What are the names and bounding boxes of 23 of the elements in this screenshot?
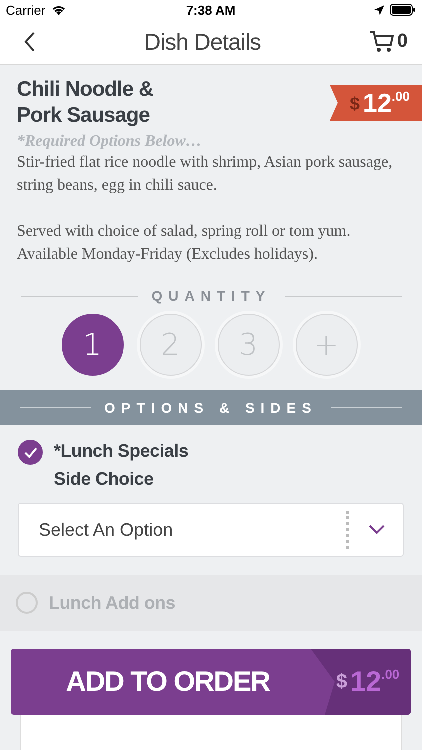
cart-icon	[369, 30, 396, 54]
chevron-down-icon	[369, 525, 385, 535]
option-dropdown[interactable]: Select An Option	[18, 503, 404, 557]
back-button[interactable]	[24, 32, 36, 52]
description-text: Served with choice of salad, spring roll or tom yum. Available Monday-Friday (Excludes holidays).	[17, 222, 352, 265]
clock-time: 7:38 AM	[186, 2, 236, 18]
screen-title: Dish Details	[144, 28, 262, 56]
section-header: OPTIONS & SIDES	[104, 400, 318, 416]
chevron-left-icon	[24, 32, 36, 52]
carrier-label: Carrier	[6, 2, 46, 18]
required-note: *Required Options Below…	[17, 133, 203, 151]
quantity-button[interactable]: 1	[62, 314, 124, 376]
check-icon	[24, 446, 38, 458]
quantity-label: QUANTITY	[152, 288, 272, 304]
option-title: Lunch Add ons	[49, 592, 176, 615]
cart-button[interactable]: 0	[369, 30, 408, 54]
description-text: Stir-fried flat rice noodle with shrimp, Asian pork sausage, string beans, egg in chili sauce.	[17, 153, 394, 196]
battery-icon	[390, 4, 416, 16]
location-arrow-icon	[374, 4, 385, 16]
option-title: *Lunch Specials Side Choice	[54, 440, 189, 491]
dish-title: Chili Noodle & Pork Sausage	[17, 77, 154, 129]
checkbox[interactable]	[18, 440, 43, 465]
wifi-icon	[50, 4, 67, 16]
